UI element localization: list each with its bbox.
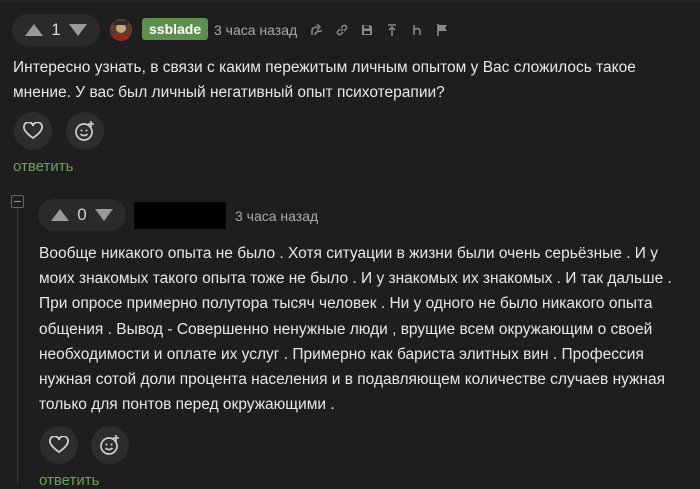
go-up-button[interactable] (384, 22, 400, 38)
redacted-username (134, 202, 226, 229)
hide-icon (413, 25, 421, 35)
avatar[interactable] (110, 19, 132, 41)
downvote-button[interactable] (64, 14, 92, 46)
comment-text: Интересно узнать, в связи с каким пережи… (13, 59, 636, 102)
save-icon (362, 25, 372, 35)
add-reaction-button[interactable] (91, 426, 129, 464)
report-button[interactable] (434, 22, 450, 38)
thread-line (17, 208, 18, 484)
emoji-add-icon (100, 435, 119, 455)
reply-link[interactable]: ответить (13, 158, 73, 175)
link-button[interactable] (334, 22, 350, 38)
vote-count: 0 (77, 205, 87, 224)
upvote-button[interactable] (20, 14, 48, 46)
like-button[interactable] (14, 112, 52, 150)
comment-time[interactable]: 3 часа назад (214, 22, 297, 38)
collapse-thread-button[interactable] (11, 195, 24, 208)
downvote-icon (95, 209, 113, 221)
reply-link[interactable]: ответить (39, 472, 99, 489)
username-badge[interactable]: ssblade (142, 18, 209, 40)
heart-icon (49, 436, 69, 454)
vote-widget: 1 (12, 14, 100, 46)
avatar-image (110, 19, 132, 41)
comment-text: Вообще никакого опыта не было . Хотя сит… (39, 245, 672, 414)
heart-icon (23, 122, 43, 140)
downvote-button[interactable] (90, 199, 118, 231)
downvote-icon (69, 24, 87, 36)
vote-count: 1 (51, 20, 61, 39)
like-button[interactable] (40, 426, 78, 464)
top-divider (0, 0, 700, 2)
add-reaction-button[interactable] (66, 112, 104, 150)
emoji-add-icon (75, 121, 94, 141)
branch-button[interactable] (309, 22, 325, 38)
branch-icon (311, 23, 323, 36)
comment-time[interactable]: 3 часа назад (235, 208, 318, 224)
save-button[interactable] (359, 22, 375, 38)
comment-toolbar (309, 22, 450, 38)
link-icon (336, 24, 348, 36)
hide-button[interactable] (409, 22, 425, 38)
upvote-button[interactable] (46, 199, 74, 231)
up-arrow-icon (388, 24, 396, 36)
flag-icon (437, 24, 447, 36)
vote-widget: 0 (38, 199, 126, 231)
upvote-icon (25, 24, 43, 36)
upvote-icon (51, 209, 69, 221)
